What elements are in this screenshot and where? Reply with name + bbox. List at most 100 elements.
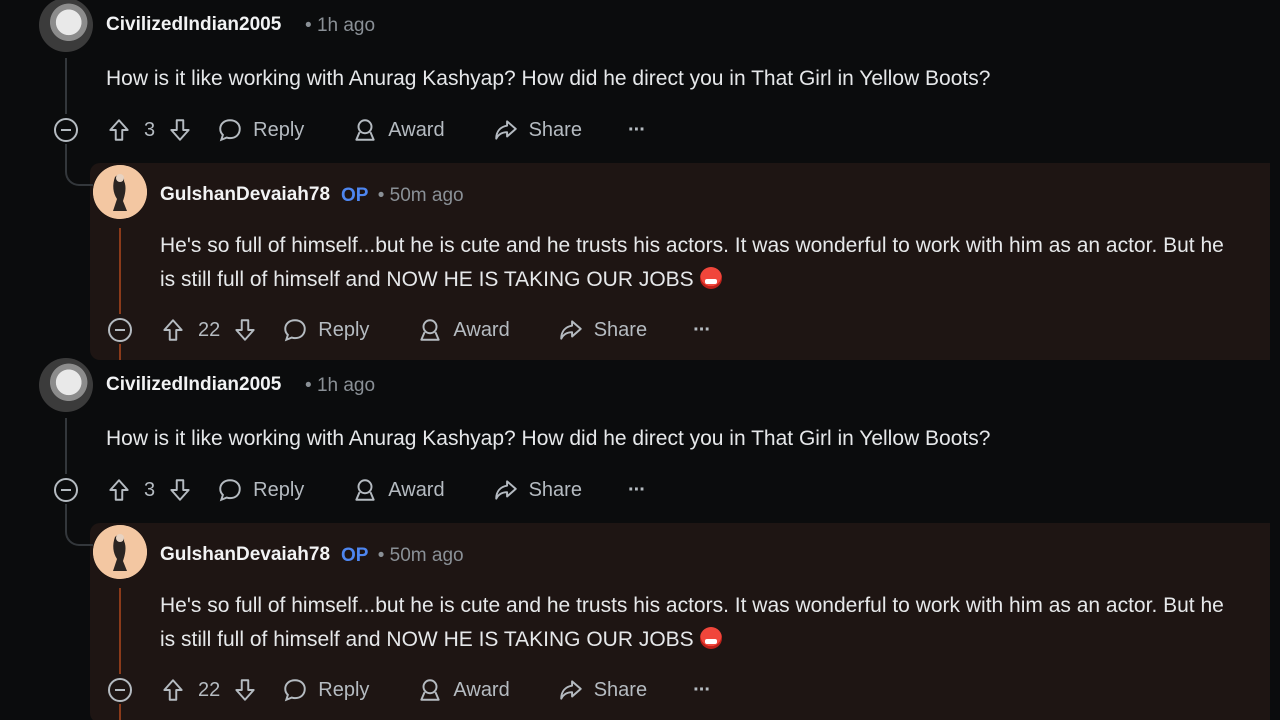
comment-author[interactable]: GulshanDevaiah78: [160, 184, 330, 206]
comment-meta: OP • 50m ago: [341, 545, 464, 567]
more-options-icon: ···: [627, 118, 646, 141]
downvote-arrow-icon[interactable]: [167, 117, 193, 143]
award-button[interactable]: Award: [352, 117, 445, 143]
collapse-minus-icon[interactable]: [54, 478, 78, 502]
award-ribbon-icon: [355, 119, 375, 141]
comment-actions: 22 Reply Award Share ···: [160, 312, 711, 348]
award-ribbon-icon: [420, 679, 441, 701]
reply-label: Reply: [253, 118, 305, 141]
reply-button[interactable]: Reply: [282, 317, 369, 343]
share-arrow-icon: [494, 120, 517, 140]
share-label: Share: [593, 678, 648, 701]
award-button[interactable]: Award: [352, 477, 445, 503]
vote-count: 22: [198, 678, 221, 701]
comment-time[interactable]: 1h ago: [317, 15, 375, 36]
downvote-arrow-icon[interactable]: [232, 677, 258, 703]
comment-time[interactable]: 1h ago: [317, 375, 375, 396]
vote-group: 3: [106, 117, 193, 143]
more-options-icon: ···: [693, 318, 711, 341]
share-button[interactable]: Share: [493, 477, 582, 503]
comment-author[interactable]: CivilizedIndian2005: [106, 14, 281, 36]
comment-actions: 3 Reply Award Share ···: [106, 472, 646, 508]
reply-button[interactable]: Reply: [217, 117, 304, 143]
reply-label: Reply: [318, 318, 370, 341]
comment-time[interactable]: 50m ago: [390, 185, 464, 206]
vote-group: 3: [106, 477, 193, 503]
comment-meta: • 1h ago: [305, 375, 375, 397]
share-arrow-icon: [559, 680, 582, 700]
comment-body: How is it like working with Anurag Kashy…: [106, 427, 991, 450]
more-options-button[interactable]: ···: [693, 318, 711, 342]
separator-dot: •: [305, 375, 312, 396]
share-arrow-icon: [494, 480, 517, 500]
downvote-arrow-icon[interactable]: [167, 477, 193, 503]
thread-line: [65, 418, 67, 474]
award-label: Award: [453, 318, 510, 341]
comment-actions: 22 Reply Award Share ···: [160, 672, 711, 708]
upvote-arrow-icon[interactable]: [106, 117, 132, 143]
share-button[interactable]: Share: [493, 117, 582, 143]
separator-dot: •: [377, 545, 385, 566]
comment-body: He's so full of himself...but he is cute…: [160, 589, 1240, 657]
reply-label: Reply: [318, 678, 370, 701]
angry-face-emoji-icon: [699, 267, 722, 289]
avatar[interactable]: [39, 0, 93, 52]
award-ribbon-icon: [420, 319, 441, 341]
separator-dot: •: [377, 185, 385, 206]
comment-body-text: He's so full of himself...but he is cute…: [160, 234, 1224, 291]
collapse-minus-icon[interactable]: [108, 678, 132, 702]
more-options-icon: ···: [627, 478, 646, 501]
award-button[interactable]: Award: [417, 677, 510, 703]
angry-face-emoji-icon: [699, 627, 722, 649]
thread-line: [65, 58, 67, 114]
avatar-figure-icon: [93, 165, 147, 219]
comment-body: How is it like working with Anurag Kashy…: [106, 67, 991, 90]
share-button[interactable]: Share: [558, 317, 647, 343]
reply-button[interactable]: Reply: [217, 477, 304, 503]
comment-bubble-icon: [284, 319, 306, 342]
comment-bubble-icon: [219, 479, 241, 502]
avatar[interactable]: [39, 358, 93, 412]
more-options-button[interactable]: ···: [627, 478, 646, 502]
comment-author[interactable]: CivilizedIndian2005: [106, 374, 281, 396]
award-label: Award: [453, 678, 510, 701]
more-options-icon: ···: [693, 678, 711, 701]
avatar[interactable]: [93, 525, 147, 579]
thread-connector: [65, 144, 93, 186]
comment-bubble-icon: [284, 679, 306, 702]
vote-count: 22: [198, 318, 221, 341]
comment-meta: • 1h ago: [305, 15, 375, 37]
comment-thread: CivilizedIndian2005 • 1h ago How is it l…: [0, 358, 1280, 720]
comment-bubble-icon: [219, 119, 241, 142]
award-button[interactable]: Award: [417, 317, 510, 343]
vote-count: 3: [144, 118, 156, 141]
award-label: Award: [388, 118, 445, 141]
share-label: Share: [528, 478, 582, 501]
comment-time[interactable]: 50m ago: [390, 545, 464, 566]
downvote-arrow-icon[interactable]: [232, 317, 258, 343]
thread-line: [119, 588, 121, 674]
op-badge: OP: [341, 545, 369, 566]
thread-line: [119, 704, 121, 720]
more-options-button[interactable]: ···: [693, 678, 711, 702]
upvote-arrow-icon[interactable]: [160, 677, 186, 703]
upvote-arrow-icon[interactable]: [106, 477, 132, 503]
op-badge: OP: [341, 185, 369, 206]
collapse-minus-icon[interactable]: [108, 318, 132, 342]
vote-group: 22: [160, 677, 258, 703]
comment-thread: CivilizedIndian2005 • 1h ago How is it l…: [0, 0, 1280, 360]
share-arrow-icon: [559, 320, 582, 340]
avatar-figure-icon: [93, 525, 147, 579]
comment-meta: OP • 50m ago: [341, 185, 464, 207]
comment-author[interactable]: GulshanDevaiah78: [160, 544, 330, 566]
share-button[interactable]: Share: [558, 677, 647, 703]
collapse-minus-icon[interactable]: [54, 118, 78, 142]
thread-line: [119, 228, 121, 314]
reply-button[interactable]: Reply: [282, 677, 369, 703]
avatar[interactable]: [93, 165, 147, 219]
upvote-arrow-icon[interactable]: [160, 317, 186, 343]
comment-body: He's so full of himself...but he is cute…: [160, 229, 1240, 297]
comments-page: CivilizedIndian2005 • 1h ago How is it l…: [0, 0, 1280, 720]
share-label: Share: [528, 118, 582, 141]
more-options-button[interactable]: ···: [627, 118, 646, 142]
